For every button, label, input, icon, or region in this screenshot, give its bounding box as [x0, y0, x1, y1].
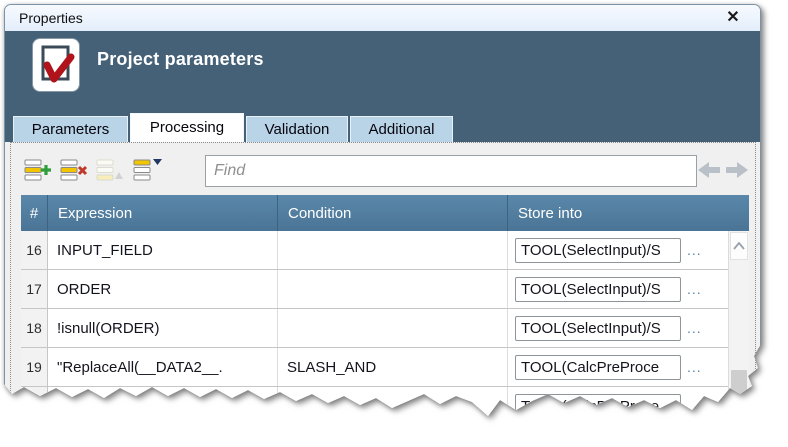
condition-cell[interactable] [278, 270, 508, 308]
store-into-ellipsis[interactable]: ... [687, 320, 702, 336]
column-header-expression[interactable]: Expression [48, 195, 278, 231]
condition-cell[interactable] [278, 309, 508, 347]
move-up-icon [95, 156, 125, 184]
store-into-value[interactable]: TOOL(CalcPreProce [515, 394, 681, 419]
store-into-ellipsis[interactable]: ... [687, 281, 702, 297]
title-bar[interactable]: Properties ✕ [5, 5, 760, 31]
expression-cell[interactable]: INPUT_FIELD [48, 231, 278, 269]
delete-row-icon[interactable] [59, 156, 89, 184]
screenshot-canvas: Properties ✕ Project parameters Paramete… [0, 0, 788, 447]
condition-cell[interactable] [278, 387, 508, 425]
tab-additional[interactable]: Additional [350, 116, 453, 142]
store-into-ellipsis[interactable]: ... [687, 359, 702, 375]
scrollbar-thumb[interactable] [731, 370, 747, 440]
table-row[interactable]: 19 "ReplaceAll(__DATA2__. SLASH_AND TOOL… [21, 348, 728, 387]
properties-dialog: Properties ✕ Project parameters Paramete… [4, 4, 761, 440]
tab-validation[interactable]: Validation [246, 116, 348, 142]
column-header-num[interactable]: # [21, 195, 48, 231]
store-into-cell[interactable]: TOOL(CalcPreProce ... [508, 387, 728, 425]
find-input[interactable] [205, 155, 697, 187]
store-into-ellipsis[interactable]: ... [687, 242, 702, 258]
table-row[interactable]: 18 !isnull(ORDER) TOOL(SelectInput)/S ..… [21, 309, 728, 348]
store-into-cell[interactable]: TOOL(SelectInput)/S ... [508, 270, 728, 308]
column-header-condition[interactable]: Condition [278, 195, 508, 231]
table-row[interactable]: 17 ORDER TOOL(SelectInput)/S ... [21, 270, 728, 309]
tab-strip: Parameters Processing Validation Additio… [13, 113, 455, 142]
store-into-value[interactable]: TOOL(CalcPreProce [515, 355, 681, 380]
expression-cell[interactable]: "ReplaceAll(__DATA2__. [48, 348, 278, 386]
store-into-cell[interactable]: TOOL(CalcPreProce ... [508, 348, 728, 386]
store-into-value[interactable]: TOOL(SelectInput)/S [515, 277, 681, 302]
close-icon[interactable]: ✕ [722, 8, 744, 28]
window-title: Properties [5, 10, 83, 26]
toolbar [19, 152, 749, 190]
checked-document-icon [33, 39, 79, 91]
parameters-table: # Expression Condition Store into 16 INP… [21, 195, 749, 440]
store-into-value[interactable]: TOOL(SelectInput)/S [515, 238, 681, 263]
store-into-cell[interactable]: TOOL(SelectInput)/S ... [508, 309, 728, 347]
table-header-row: # Expression Condition Store into [21, 195, 749, 231]
store-into-value[interactable]: TOOL(SelectInput)/S [515, 316, 681, 341]
find-next-icon[interactable] [725, 160, 749, 180]
properties-window-shadow: Properties ✕ Project parameters Paramete… [4, 4, 761, 440]
condition-cell[interactable] [278, 231, 508, 269]
find-navigation [697, 160, 749, 180]
column-header-store-into[interactable]: Store into [508, 195, 728, 231]
store-into-cell[interactable]: TOOL(SelectInput)/S ... [508, 231, 728, 269]
row-number: 18 [21, 309, 48, 347]
table-body: 16 INPUT_FIELD TOOL(SelectInput)/S ... 1… [21, 231, 728, 426]
find-prev-icon[interactable] [697, 160, 721, 180]
store-into-ellipsis[interactable]: ... [687, 398, 702, 414]
expression-cell[interactable]: "...(__INIT__ [48, 387, 278, 425]
row-number: 16 [21, 231, 48, 269]
expression-cell[interactable]: !isnull(ORDER) [48, 309, 278, 347]
add-row-icon[interactable] [23, 156, 53, 184]
row-number: 17 [21, 270, 48, 308]
table-row[interactable]: 16 INPUT_FIELD TOOL(SelectInput)/S ... [21, 231, 728, 270]
header-band: Project parameters Parameters Processing… [5, 31, 760, 142]
row-menu-icon[interactable] [133, 156, 163, 184]
table-row-torn[interactable]: "...(__INIT__ TOOL(CalcPreProce ... [21, 387, 728, 426]
processing-tab-panel: # Expression Condition Store into 16 INP… [10, 142, 756, 441]
expression-cell[interactable]: ORDER [48, 270, 278, 308]
row-number [21, 387, 48, 425]
tab-processing[interactable]: Processing [130, 113, 244, 142]
condition-cell[interactable]: SLASH_AND [278, 348, 508, 386]
page-title: Project parameters [97, 49, 264, 70]
tab-parameters[interactable]: Parameters [13, 116, 128, 142]
scroll-up-icon[interactable] [730, 232, 748, 260]
vertical-scrollbar[interactable] [728, 231, 749, 440]
row-number: 19 [21, 348, 48, 386]
